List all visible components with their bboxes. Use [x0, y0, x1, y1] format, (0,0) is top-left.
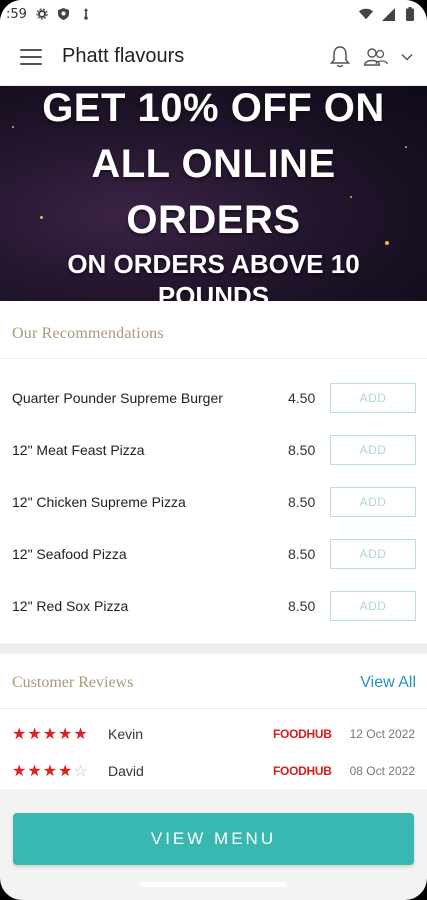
add-button[interactable]: ADD — [330, 591, 416, 621]
menu-item-price: 8.50 — [288, 442, 316, 458]
view-menu-button[interactable]: VIEW MENU — [13, 813, 414, 865]
star-rating: ★ ★ ★ ★ ☆ — [12, 761, 88, 781]
promo-banner[interactable]: GET 10% OFF ON ALL ONLINE ORDERS ON ORDE… — [0, 86, 427, 301]
menu-item-name: 12" Seafood Pizza — [12, 546, 127, 562]
chevron-down-icon[interactable] — [401, 53, 413, 61]
banner-headline-line-1: GET 10% OFF ON — [42, 86, 385, 130]
menu-item-price: 8.50 — [288, 546, 316, 562]
divider — [0, 708, 427, 709]
reviewer-name: David — [108, 763, 144, 779]
menu-item: 12" Red Sox Pizza 8.50 ADD — [0, 588, 427, 624]
menu-item: 12" Chicken Supreme Pizza 8.50 ADD — [0, 484, 427, 520]
star-icon: ★ — [12, 724, 27, 743]
battery-icon — [403, 7, 417, 21]
section-separator — [0, 643, 427, 654]
star-icon: ★ — [12, 761, 27, 780]
add-button[interactable]: ADD — [330, 435, 416, 465]
menu-item-name: 12" Chicken Supreme Pizza — [12, 494, 186, 510]
star-outline-icon: ☆ — [73, 761, 88, 780]
star-icon: ★ — [58, 761, 73, 780]
star-rating: ★ ★ ★ ★ ★ — [12, 724, 88, 744]
review-source-logo: FOODHUB — [273, 727, 332, 741]
menu-item-name: Quarter Pounder Supreme Burger — [12, 390, 223, 406]
status-bar: :59 — [0, 0, 427, 28]
view-all-link[interactable]: View All — [360, 674, 416, 692]
menu-icon[interactable] — [18, 46, 44, 68]
menu-item: 12" Seafood Pizza 8.50 ADD — [0, 536, 427, 572]
recommendations-title: Our Recommendations — [12, 325, 164, 342]
settings-gear-icon — [35, 7, 49, 21]
star-icon: ★ — [27, 724, 42, 743]
star-icon: ★ — [27, 761, 42, 780]
reviews-title: Customer Reviews — [12, 674, 134, 691]
phone-screen: :59 Phatt flavours GET 10% OFF ON ALL ON… — [0, 0, 427, 900]
banner-headline-line-2: ALL ONLINE — [91, 142, 336, 186]
menu-item: 12" Meat Feast Pizza 8.50 ADD — [0, 432, 427, 468]
notification-bell-icon[interactable] — [329, 45, 351, 69]
star-icon: ★ — [42, 761, 58, 780]
reviewer-name: Kevin — [108, 726, 144, 742]
menu-item: Quarter Pounder Supreme Burger 4.50 ADD — [0, 380, 427, 416]
review-date: 12 Oct 2022 — [349, 727, 415, 741]
menu-item-name: 12" Meat Feast Pizza — [12, 442, 145, 458]
add-button[interactable]: ADD — [330, 383, 416, 413]
menu-item-price: 4.50 — [288, 390, 316, 406]
gesture-handle[interactable] — [140, 882, 287, 887]
menu-item-name: 12" Red Sox Pizza — [12, 598, 129, 614]
banner-subline-2: POUNDS — [157, 281, 270, 301]
star-icon: ★ — [73, 724, 88, 743]
wifi-icon — [359, 7, 373, 21]
banner-headline-line-3: ORDERS — [126, 198, 301, 242]
banner-subline-1: ON ORDERS ABOVE 10 — [67, 249, 360, 279]
app-header: Phatt flavours — [0, 28, 427, 86]
review-date: 08 Oct 2022 — [349, 764, 415, 778]
menu-item-price: 8.50 — [288, 598, 316, 614]
menu-item-price: 8.50 — [288, 494, 316, 510]
star-icon: ★ — [42, 724, 58, 743]
signal-icon — [381, 7, 395, 21]
user-account-icon[interactable] — [363, 47, 389, 67]
usb-icon — [79, 7, 93, 21]
review-row: ★ ★ ★ ★ ☆ David FOODHUB 08 Oct 2022 — [0, 761, 427, 785]
star-icon: ★ — [58, 724, 73, 743]
shield-icon — [57, 7, 71, 21]
review-source-logo: FOODHUB — [273, 764, 332, 778]
review-row: ★ ★ ★ ★ ★ Kevin FOODHUB 12 Oct 2022 — [0, 724, 427, 748]
page-title: Phatt flavours — [62, 45, 185, 67]
add-button[interactable]: ADD — [330, 539, 416, 569]
add-button[interactable]: ADD — [330, 487, 416, 517]
divider — [0, 358, 427, 359]
status-time: :59 — [6, 6, 27, 22]
